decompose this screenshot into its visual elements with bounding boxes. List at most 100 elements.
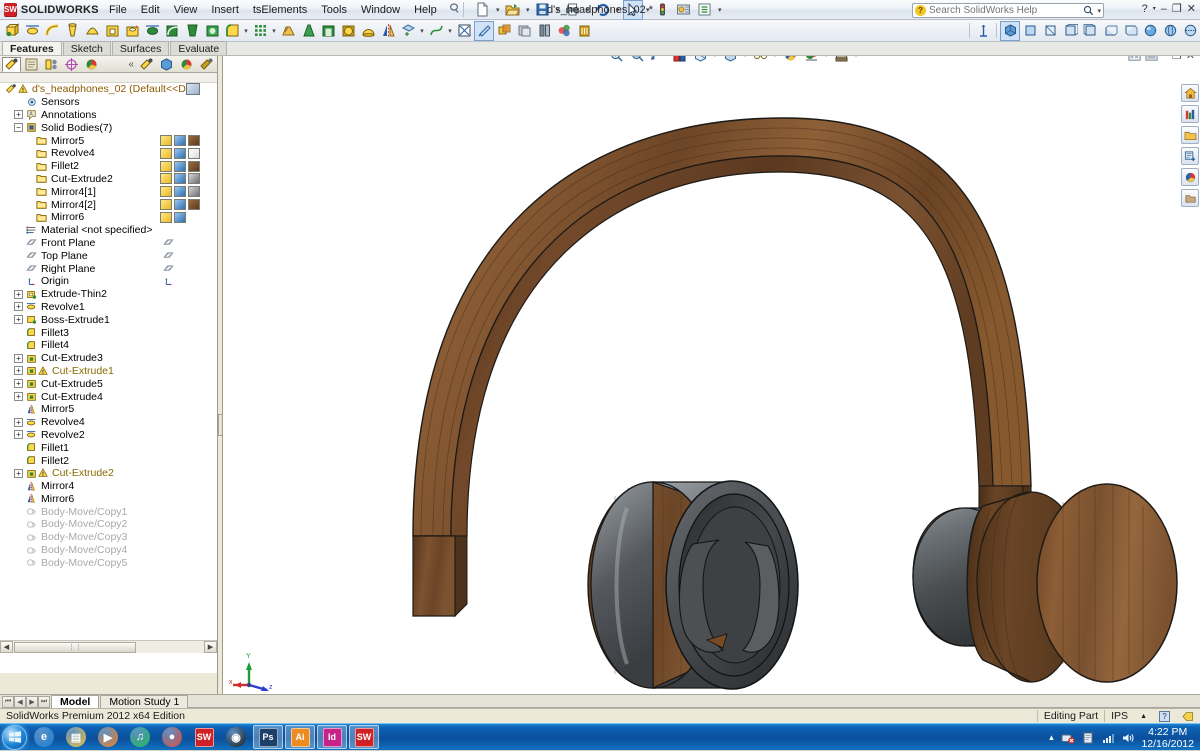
- expand-icon[interactable]: +: [14, 430, 23, 439]
- status-help-icon[interactable]: ?: [1153, 709, 1176, 724]
- configuration-manager-tab[interactable]: [42, 57, 61, 72]
- tree-node-fillet3[interactable]: Fillet3: [0, 326, 217, 339]
- menu-item-tselements[interactable]: tsElements: [246, 2, 314, 18]
- customize-button[interactable]: [695, 0, 715, 20]
- sphere-edges-icon[interactable]: [1160, 21, 1180, 41]
- save-button[interactable]: [533, 0, 553, 20]
- taskbar-keyshot[interactable]: ◉: [221, 725, 251, 749]
- status-units[interactable]: IPS: [1105, 709, 1134, 724]
- search-caret-icon[interactable]: ▾: [1097, 7, 1101, 15]
- tree-node-top-plane[interactable]: Top Plane: [0, 249, 217, 262]
- tree-node-mirror4-2[interactable]: Mirror4[2]: [0, 198, 217, 211]
- tree-node-body-move-copy2[interactable]: Body-Move/Copy2: [0, 518, 217, 531]
- loft-cut-icon[interactable]: [182, 21, 202, 41]
- wrap-icon[interactable]: [338, 21, 358, 41]
- tab-evaluate[interactable]: Evaluate: [170, 41, 227, 55]
- collapse-icon[interactable]: −: [14, 123, 23, 132]
- tree-node-front-plane[interactable]: Front Plane: [0, 237, 217, 250]
- taskbar-clock[interactable]: 4:22 PM 12/16/2012: [1141, 726, 1198, 750]
- tree-node-sensors[interactable]: Sensors: [0, 96, 217, 109]
- network-error-icon[interactable]: [1061, 731, 1075, 745]
- tree-node-revolve2[interactable]: +Revolve2: [0, 429, 217, 442]
- dome-icon[interactable]: [358, 21, 378, 41]
- last-tab-button[interactable]: ⏭: [38, 696, 50, 708]
- tab-surfaces[interactable]: Surfaces: [112, 41, 169, 55]
- body-chip-gray[interactable]: [188, 186, 200, 197]
- taskbar-solidworks[interactable]: SW: [189, 725, 219, 749]
- help-search-box[interactable]: ? ▾: [912, 3, 1104, 18]
- expand-icon[interactable]: +: [14, 290, 23, 299]
- save-caret-icon[interactable]: ▾: [554, 6, 562, 14]
- taskbar-spotify[interactable]: ♫: [125, 725, 155, 749]
- display-state-button[interactable]: [197, 57, 216, 72]
- tree-node-mirror6[interactable]: Mirror6: [0, 211, 217, 224]
- menu-item-tools[interactable]: Tools: [314, 2, 354, 18]
- body-chip-yellow[interactable]: [160, 212, 172, 223]
- sweep-cut-icon[interactable]: [162, 21, 182, 41]
- linear-pattern-caret-icon[interactable]: ▾: [270, 27, 278, 35]
- appearance-sphere-icon[interactable]: [177, 57, 196, 72]
- menu-item-help[interactable]: Help: [407, 2, 444, 18]
- minimize-button[interactable]: –: [1161, 3, 1167, 15]
- tag-icon[interactable]: [1176, 709, 1200, 724]
- expand-icon[interactable]: +: [14, 379, 23, 388]
- join-icon[interactable]: [554, 21, 574, 41]
- tree-node-fillet4[interactable]: Fillet4: [0, 339, 217, 352]
- tree-node-right-plane[interactable]: Right Plane: [0, 262, 217, 275]
- search-input[interactable]: [929, 5, 1080, 16]
- tree-node-boss-extrude1[interactable]: +Boss-Extrude1: [0, 313, 217, 326]
- taskbar-media-player[interactable]: ▶: [93, 725, 123, 749]
- open-document-caret-icon[interactable]: ▾: [524, 6, 532, 14]
- tree-node-cut-extrude3[interactable]: +Cut-Extrude3: [0, 352, 217, 365]
- previous-tab-button[interactable]: ◀: [14, 696, 26, 708]
- action-center-icon[interactable]: [1081, 731, 1095, 745]
- tree-node-mirror4[interactable]: Mirror4: [0, 480, 217, 493]
- display-state-thumb[interactable]: [186, 83, 200, 95]
- expand-icon[interactable]: +: [14, 354, 23, 363]
- tree-node-origin[interactable]: Origin: [0, 275, 217, 288]
- network-signal-icon[interactable]: [1101, 731, 1115, 745]
- new-document-caret-icon[interactable]: ▾: [494, 6, 502, 14]
- expand-icon[interactable]: +: [14, 418, 23, 427]
- instant3d-icon[interactable]: [454, 21, 474, 41]
- delete-body-icon[interactable]: [574, 21, 594, 41]
- body-chip-gray[interactable]: [188, 173, 200, 184]
- loft-boss-icon[interactable]: [62, 21, 82, 41]
- tree-node-body-move-copy5[interactable]: Body-Move/Copy5: [0, 556, 217, 569]
- tree-node-solid-bodies-7[interactable]: −Solid Bodies(7): [0, 121, 217, 134]
- taskbar-solidworks-active[interactable]: SW: [349, 725, 379, 749]
- menu-item-edit[interactable]: Edit: [134, 2, 167, 18]
- taskbar-indesign[interactable]: Id: [317, 725, 347, 749]
- tree-node-mirror5[interactable]: Mirror5: [0, 403, 217, 416]
- expand-icon[interactable]: +: [14, 315, 23, 324]
- body-chip-blue[interactable]: [174, 199, 186, 210]
- feature-tree[interactable]: d's_headphones_02 (Default<<De Sensors+A…: [0, 73, 217, 673]
- undo-caret-icon[interactable]: ▾: [614, 6, 622, 14]
- print-caret-icon[interactable]: ▾: [584, 6, 592, 14]
- body-chip-blue[interactable]: [174, 212, 186, 223]
- view-bottom-icon[interactable]: [1120, 21, 1140, 41]
- help-caret-icon[interactable]: ▾: [1153, 5, 1156, 12]
- show-hidden-icons-button[interactable]: ▲: [1048, 733, 1056, 742]
- shell-icon[interactable]: [318, 21, 338, 41]
- property-manager-tab[interactable]: [22, 57, 41, 72]
- body-chip-yellow[interactable]: [160, 135, 172, 146]
- expand-icon[interactable]: +: [14, 469, 23, 478]
- close-button[interactable]: ✕: [1187, 2, 1196, 15]
- scroll-right-arrow[interactable]: ▶: [204, 641, 217, 653]
- first-tab-button[interactable]: ⏮: [2, 696, 14, 708]
- tab-motion-study-1[interactable]: Motion Study 1: [100, 695, 188, 708]
- origin-axis-icon[interactable]: [973, 21, 993, 41]
- tree-node-mirror4-1[interactable]: Mirror4[1]: [0, 185, 217, 198]
- tab-model[interactable]: Model: [51, 695, 99, 708]
- body-chip-blue[interactable]: [174, 135, 186, 146]
- tree-node-material-not-specified[interactable]: Material <not specified>: [0, 224, 217, 237]
- menu-item-window[interactable]: Window: [354, 2, 407, 18]
- tree-node-cut-extrude5[interactable]: +Cut-Extrude5: [0, 377, 217, 390]
- revolve-boss-icon[interactable]: [22, 21, 42, 41]
- combine-icon[interactable]: [514, 21, 534, 41]
- view-right-icon[interactable]: [1080, 21, 1100, 41]
- draft-icon[interactable]: [298, 21, 318, 41]
- tree-node-mirror5[interactable]: Mirror5: [0, 134, 217, 147]
- split-icon[interactable]: [534, 21, 554, 41]
